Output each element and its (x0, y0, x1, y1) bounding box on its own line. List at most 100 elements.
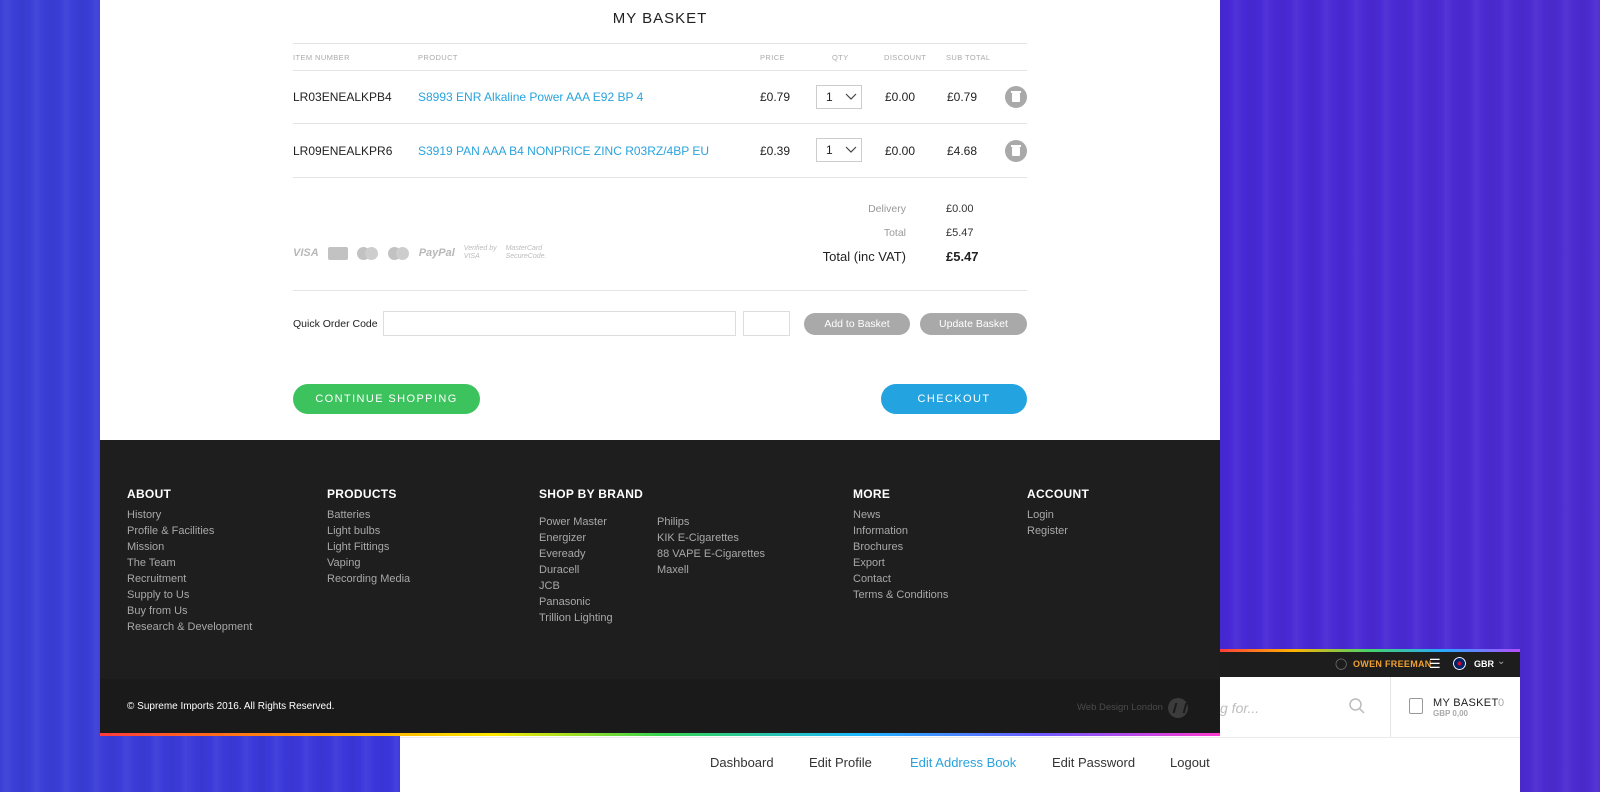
footer-heading-more: MORE (853, 487, 891, 501)
nav-edit-address-book[interactable]: Edit Address Book (910, 755, 1016, 770)
footer-link-brochures[interactable]: Brochures (853, 541, 903, 553)
search-input[interactable]: g for... (1220, 700, 1259, 716)
row-2-product-link[interactable]: S3919 PAN AAA B4 NONPRICE ZINC R03RZ/4BP… (418, 144, 709, 158)
footer-link-news[interactable]: News (853, 509, 881, 521)
footer-link-brand[interactable]: Trillion Lighting (539, 612, 613, 624)
footer-link-batteries[interactable]: Batteries (327, 509, 370, 521)
footer-link-login[interactable]: Login (1027, 509, 1054, 521)
basket-panel (100, 0, 1220, 440)
footer-link-brand[interactable]: JCB (539, 580, 560, 592)
user-icon: ◯ (1335, 658, 1348, 670)
nav-edit-password[interactable]: Edit Password (1052, 755, 1135, 770)
row-2-delete-icon[interactable] (1005, 140, 1027, 162)
footer-link-brand[interactable]: Panasonic (539, 596, 590, 608)
mastercard-securecode-logo: MasterCard SecureCode. (506, 245, 547, 261)
header-basket-count: 0 (1498, 697, 1505, 709)
footer-link-brand[interactable]: Power Master (539, 516, 607, 528)
header-basket-total: GBP 0,00 (1433, 709, 1468, 718)
rainbow-strip (100, 733, 1220, 736)
row-2-qty-select[interactable]: 1 (816, 138, 862, 162)
footer-link-mission[interactable]: Mission (127, 541, 164, 553)
securecode-text: SecureCode. (505, 253, 547, 260)
row-1-discount: £0.00 (885, 90, 916, 104)
verified-by-text: Verified by (463, 245, 497, 252)
footer-link-recruitment[interactable]: Recruitment (127, 573, 186, 585)
footer-link-brand[interactable]: KIK E-Cigarettes (657, 532, 739, 544)
country-selector[interactable]: GBR (1474, 659, 1494, 669)
row-1-qty-select[interactable]: 1 (816, 85, 862, 109)
footer-link-profile[interactable]: Profile & Facilities (127, 525, 214, 537)
footer-link-brand[interactable]: Maxell (657, 564, 689, 576)
footer-link-buy[interactable]: Buy from Us (127, 605, 188, 617)
quick-order-qty-input[interactable] (743, 311, 790, 336)
summary-divider (293, 290, 1027, 291)
row-1-qty-value: 1 (826, 90, 833, 104)
agency-logo-icon[interactable] (1168, 698, 1188, 718)
search-icon[interactable] (1348, 697, 1368, 717)
footer-heading-brands: SHOP BY BRAND (539, 487, 644, 501)
mastercard-text: MasterCard (505, 245, 543, 252)
footer-link-information[interactable]: Information (853, 525, 908, 537)
column-header-product: PRODUCT (418, 53, 458, 62)
footer-link-brand[interactable]: Energizer (539, 532, 586, 544)
footer-link-vaping[interactable]: Vaping (327, 557, 360, 569)
footer-link-light-bulbs[interactable]: Light bulbs (327, 525, 380, 537)
shopping-bag-icon[interactable] (1409, 698, 1423, 714)
footer-heading-products: PRODUCTS (327, 487, 397, 501)
chevron-down-icon[interactable]: ⌄ (1497, 656, 1505, 667)
web-design-credit-link[interactable]: Web Design London (1077, 702, 1163, 713)
hamburger-menu-icon[interactable]: ☰ (1429, 657, 1441, 670)
column-header-price: PRICE (760, 53, 785, 62)
footer-link-contact[interactable]: Contact (853, 573, 891, 585)
row-1-product-link[interactable]: S8993 ENR Alkaline Power AAA E92 BP 4 (418, 90, 643, 104)
verified-by-visa-logo: Verified by VISA (464, 245, 497, 261)
chevron-down-icon (845, 146, 857, 153)
column-header-subtotal: SUB TOTAL (946, 53, 991, 62)
add-to-basket-button[interactable]: Add to Basket (804, 313, 910, 335)
footer-link-terms[interactable]: Terms & Conditions (853, 589, 948, 601)
row-1-delete-icon[interactable] (1005, 86, 1027, 108)
footer-link-light-fittings[interactable]: Light Fittings (327, 541, 389, 553)
maestro-icon (387, 246, 410, 260)
row-1-price: £0.79 (760, 90, 791, 104)
user-name[interactable]: OWEN FREEMAN (1353, 659, 1432, 669)
total-label: Total (883, 227, 906, 239)
footer-link-recording-media[interactable]: Recording Media (327, 573, 410, 585)
footer-link-research[interactable]: Research & Development (127, 621, 252, 633)
verified-visa-text: VISA (463, 253, 480, 260)
row-1-item-number: LR03ENEALKPB4 (293, 90, 392, 104)
nav-dashboard[interactable]: Dashboard (710, 755, 774, 770)
footer-link-register[interactable]: Register (1027, 525, 1068, 537)
checkout-button[interactable]: CHECKOUT (881, 384, 1027, 414)
table-top-divider (293, 43, 1027, 44)
header-basket-link[interactable]: MY BASKET (1433, 697, 1498, 709)
row-1-subtotal: £0.79 (947, 90, 978, 104)
column-header-qty: QTY (832, 53, 849, 62)
update-basket-button[interactable]: Update Basket (920, 313, 1027, 335)
total-vat-label: Total (inc VAT) (822, 249, 906, 264)
footer-link-export[interactable]: Export (853, 557, 885, 569)
nav-logout[interactable]: Logout (1170, 755, 1210, 770)
quick-order-code-input[interactable] (383, 311, 736, 336)
paypal-logo: PayPal (418, 247, 455, 259)
nav-edit-profile[interactable]: Edit Profile (809, 755, 872, 770)
header-divider (293, 70, 1027, 71)
footer-link-team[interactable]: The Team (127, 557, 176, 569)
total-vat-value: £5.47 (946, 249, 979, 264)
delivery-label: Delivery (868, 203, 906, 215)
column-header-discount: DISCOUNT (884, 53, 927, 62)
quick-order-label: Quick Order Code (293, 318, 378, 330)
footer-link-brand[interactable]: Eveready (539, 548, 585, 560)
footer-link-supply[interactable]: Supply to Us (127, 589, 189, 601)
footer-link-history[interactable]: History (127, 509, 161, 521)
row-2-discount: £0.00 (885, 144, 916, 158)
page-title: MY BASKET (612, 10, 708, 27)
copyright-text: © Supreme Imports 2016. All Rights Reser… (127, 701, 335, 712)
delivery-value: £0.00 (946, 203, 974, 215)
continue-shopping-button[interactable]: CONTINUE SHOPPING (293, 384, 480, 414)
footer-link-brand[interactable]: 88 VAPE E-Cigarettes (657, 548, 765, 560)
footer-link-brand[interactable]: Philips (657, 516, 689, 528)
uk-flag-icon (1453, 657, 1466, 670)
row-2-qty-value: 1 (826, 143, 833, 157)
footer-link-brand[interactable]: Duracell (539, 564, 579, 576)
